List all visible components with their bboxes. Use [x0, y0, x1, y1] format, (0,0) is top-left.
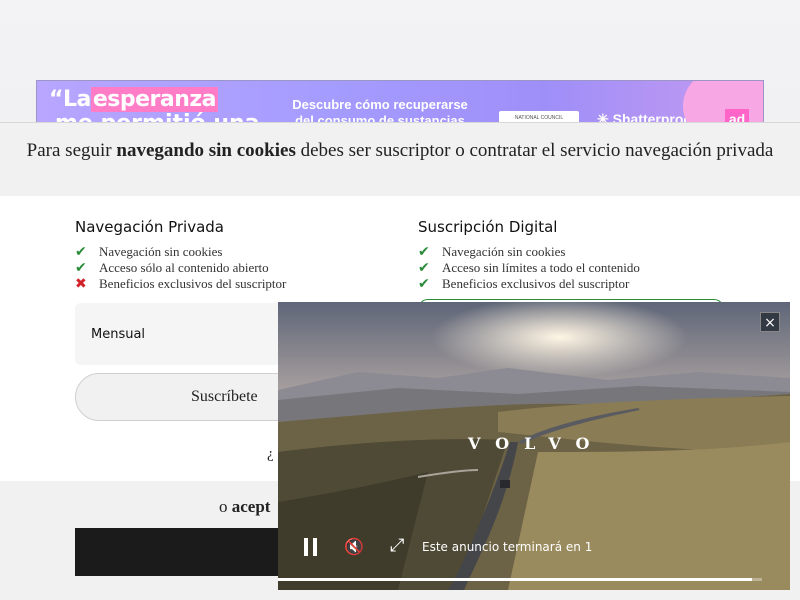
plan-feature: ✔ Acceso sin límites a todo el contenido	[418, 260, 718, 276]
video-progress-bar[interactable]	[278, 578, 762, 581]
check-icon: ✔	[75, 244, 87, 260]
ad-decoration	[683, 81, 763, 123]
ad-copy: Descubre cómo recuperarse del consumo de…	[292, 97, 468, 124]
plan-option-monthly[interactable]: Mensual	[75, 303, 305, 365]
plan-digital-subscription: Suscripción Digital ✔ Navegación sin cook…	[418, 218, 718, 292]
fullscreen-icon[interactable]: ⤢	[390, 535, 404, 556]
plan-feature: ✖ Beneficios exclusivos del suscriptor	[75, 276, 375, 292]
ad-headline-prefix: “La	[49, 87, 91, 112]
video-brand-logo: VOLVO	[468, 434, 605, 453]
check-icon: ✔	[418, 276, 430, 292]
check-icon: ✔	[418, 244, 430, 260]
plan-feature: ✔ Navegación sin cookies	[418, 244, 718, 260]
plan-feature-text: Navegación sin cookies	[99, 244, 223, 259]
video-ad-player[interactable]: × VOLVO 🔇 ⤢ Este anuncio terminará en 1	[278, 302, 790, 590]
login-question: ¿	[267, 446, 274, 462]
modal-title-end: debes ser suscriptor o contratar el serv…	[295, 140, 774, 161]
accept-cookies-button[interactable]	[75, 528, 305, 576]
video-controls: 🔇 ⤢ Este anuncio terminará en 1	[278, 530, 790, 590]
video-progress-fill	[278, 578, 753, 581]
subscribe-button[interactable]: Suscríbete	[75, 373, 305, 421]
plan-feature-text: Beneficios exclusivos del suscriptor	[99, 276, 287, 291]
modal-title-bold: navegando sin cookies	[116, 140, 296, 161]
plan-feature: ✔ Navegación sin cookies	[75, 244, 375, 260]
plan-feature: ✔ Beneficios exclusivos del suscriptor	[418, 276, 718, 292]
ad-banner[interactable]: “Laesperanza me permitió una Descubre có…	[36, 80, 764, 124]
ad-countdown-text: Este anuncio terminará en 1	[422, 540, 593, 554]
mute-icon[interactable]: 🔇	[344, 537, 364, 556]
close-video-button[interactable]: ×	[760, 312, 780, 332]
pause-icon[interactable]	[304, 538, 318, 556]
ad-headline-highlight: esperanza	[90, 87, 219, 112]
plan-feature-text: Navegación sin cookies	[442, 244, 566, 259]
check-icon: ✔	[75, 260, 87, 276]
plan-feature: ✔ Acceso sólo al contenido abierto	[75, 260, 375, 276]
plan-private-navigation: Navegación Privada ✔ Navegación sin cooki…	[75, 218, 375, 292]
check-icon: ✔	[418, 260, 430, 276]
accept-text: o acept	[219, 497, 270, 517]
cross-icon: ✖	[75, 276, 87, 292]
plan-feature-text: Beneficios exclusivos del suscriptor	[442, 276, 630, 291]
modal-title-start: Para seguir	[26, 140, 117, 161]
plan-feature-text: Acceso sin límites a todo el contenido	[442, 260, 640, 275]
ad-headline: “Laesperanza	[49, 87, 219, 112]
accept-prefix: o	[219, 497, 232, 516]
accept-bold: acept	[231, 497, 271, 516]
plan-feature-text: Acceso sólo al contenido abierto	[99, 260, 269, 275]
plan-title: Navegación Privada	[75, 218, 224, 236]
plan-title: Suscripción Digital	[418, 218, 558, 236]
plan-option-label: Mensual	[91, 327, 146, 342]
modal-title: Para seguir navegando sin cookies debes …	[20, 140, 780, 162]
modal-header: Para seguir navegando sin cookies debes …	[0, 123, 800, 196]
